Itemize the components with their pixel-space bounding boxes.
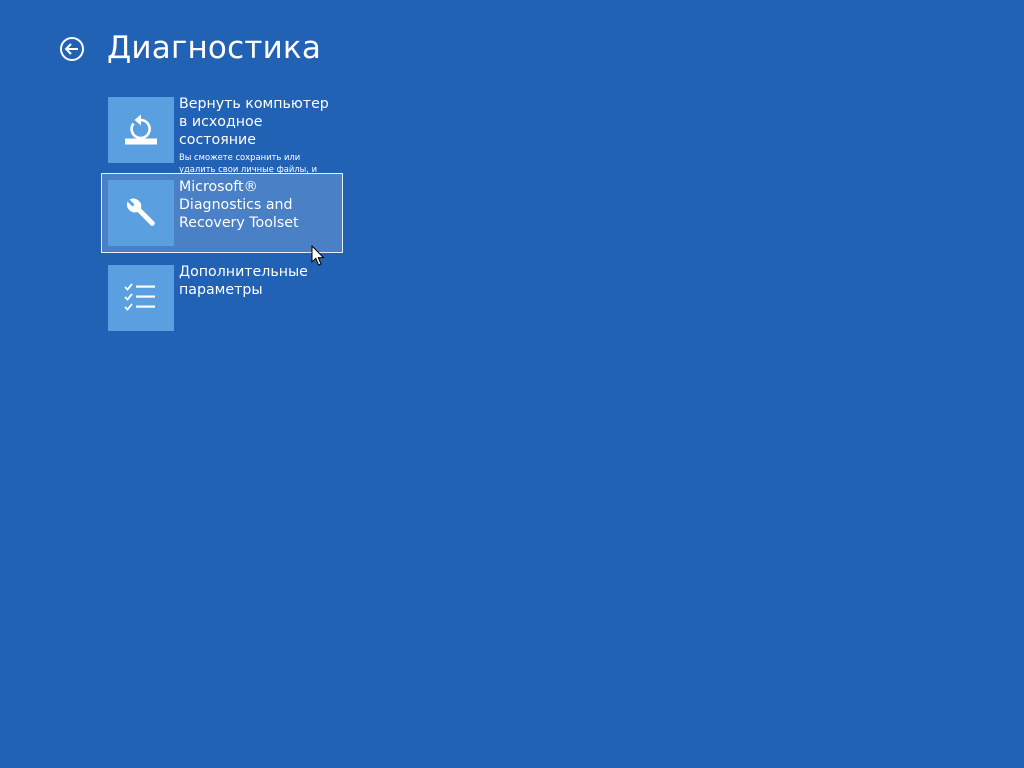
tile-advanced-options[interactable]: Дополнительные параметры <box>101 258 343 336</box>
page-title: Диагностика <box>107 30 322 66</box>
tile-title: Microsoft® Diagnostics and Recovery Tool… <box>179 179 299 231</box>
tile-title: Вернуть компьютер в исходное состояние <box>179 96 329 148</box>
wrench-icon <box>126 198 155 226</box>
tile-icon-box <box>108 97 174 163</box>
tile-reset-pc[interactable]: Вернуть компьютер в исходное состояние В… <box>101 90 343 186</box>
back-arrow-icon <box>60 37 84 61</box>
tile-icon-box <box>108 265 174 331</box>
reset-pc-icon <box>125 114 157 145</box>
tile-diagnostics-recovery-toolset[interactable]: Microsoft® Diagnostics and Recovery Tool… <box>101 173 343 253</box>
tile-title: Дополнительные параметры <box>179 264 308 298</box>
checklist-icon <box>124 283 155 311</box>
recovery-screen: Диагностика Вернуть компьютер в исходное… <box>0 0 1024 768</box>
back-button[interactable] <box>59 36 85 62</box>
tile-icon-box <box>108 180 174 246</box>
